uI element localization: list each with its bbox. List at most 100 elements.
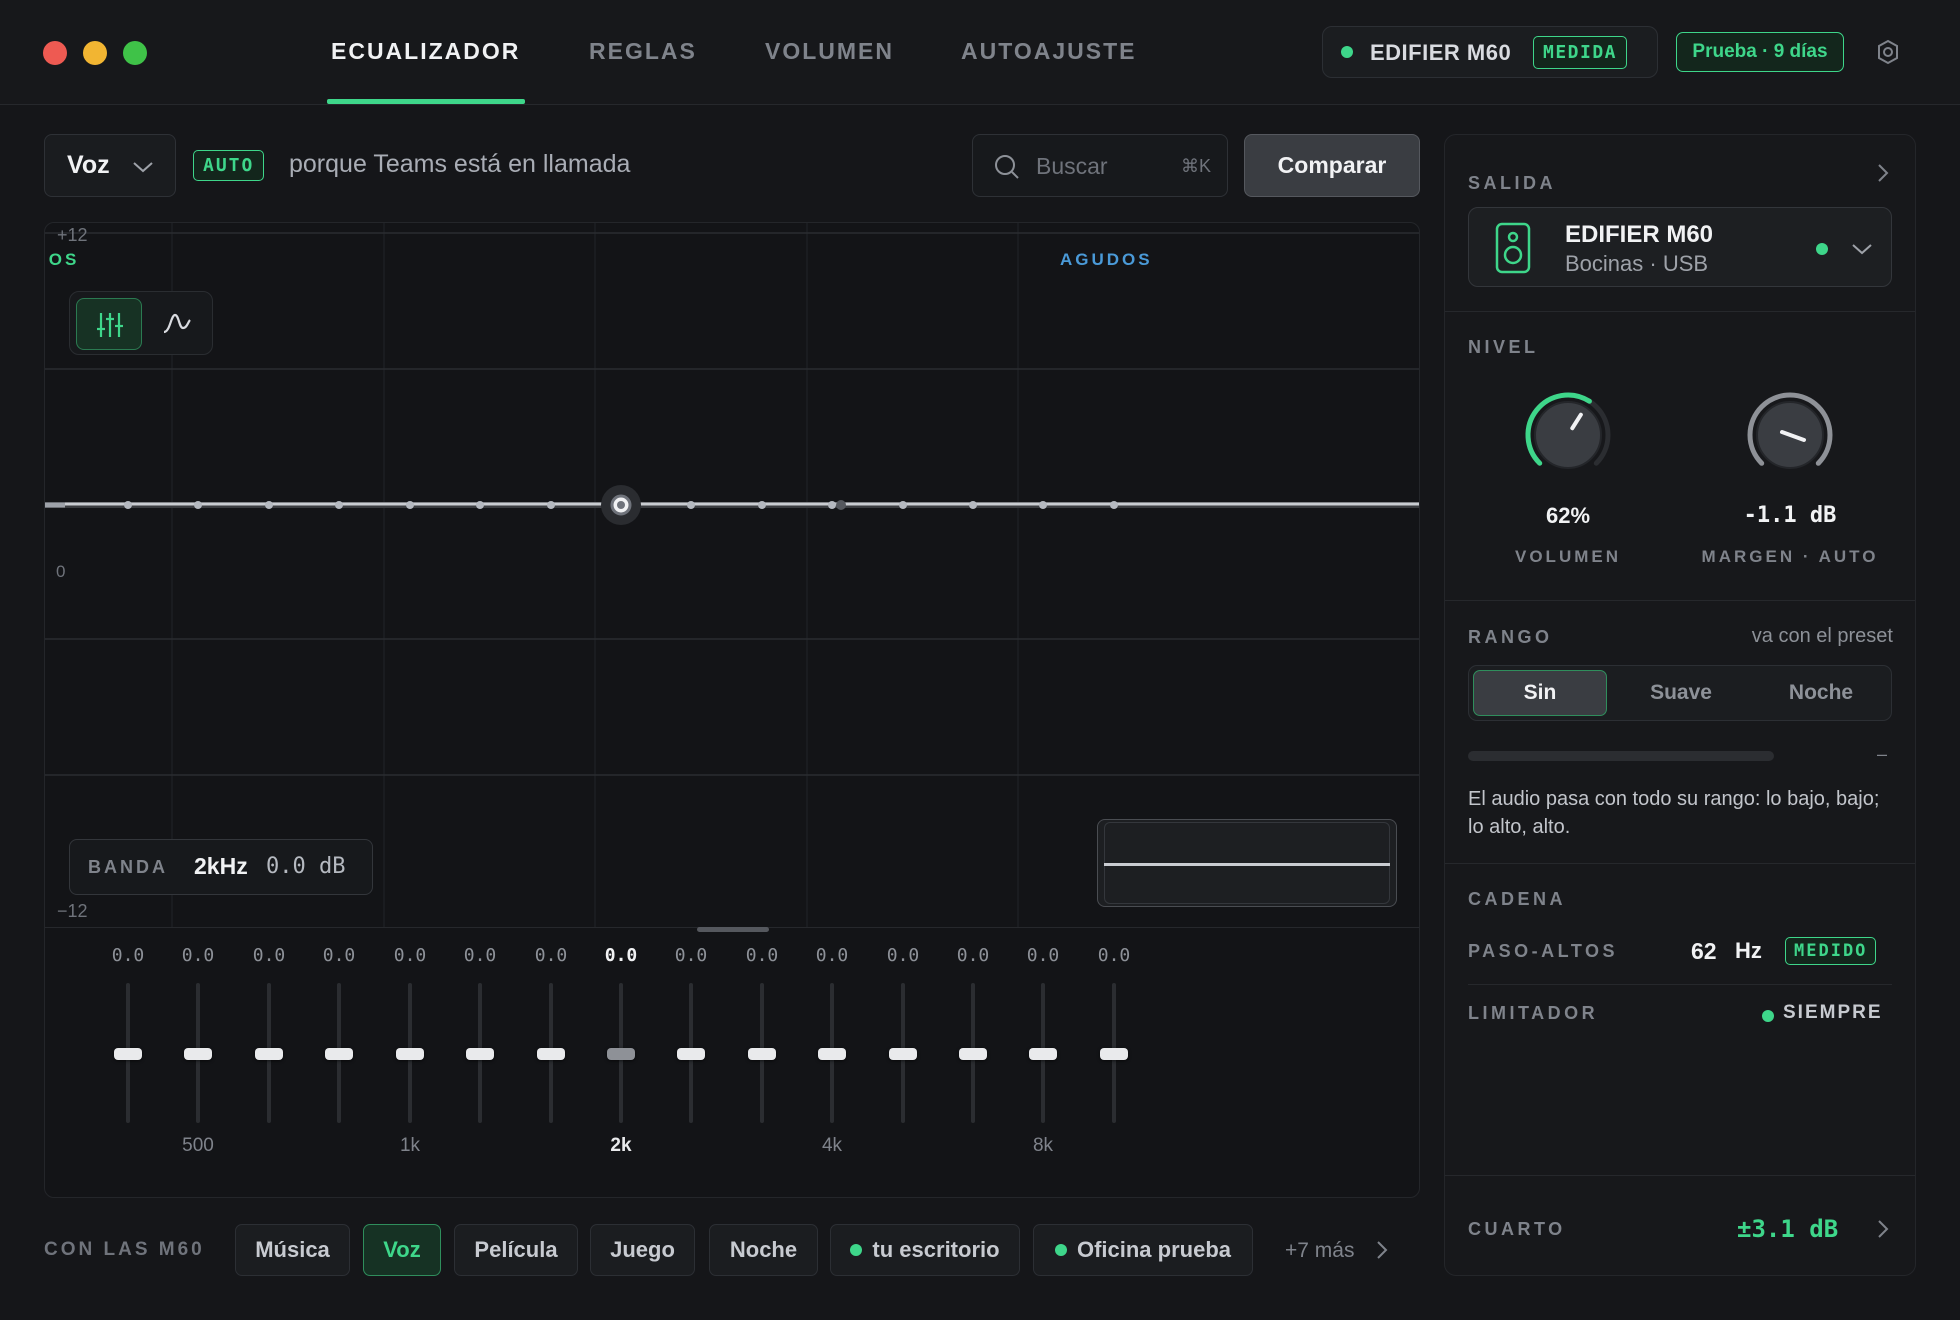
compare-button[interactable]: Comparar	[1244, 134, 1420, 197]
preset-chips-heading: CON LAS M60	[44, 1239, 205, 1260]
search-input[interactable]: Buscar ⌘K	[972, 134, 1228, 197]
close-window-button[interactable]	[43, 41, 67, 65]
status-dot	[850, 1244, 863, 1256]
curve-view-button[interactable]	[162, 310, 192, 343]
y-axis-zero-label: 0	[56, 562, 66, 581]
band-gain-value: 0.0	[534, 945, 568, 966]
highpass-unit: Hz	[1735, 938, 1762, 963]
tab-autoajuste[interactable]: AUTOAJUSTE	[961, 38, 1137, 65]
band-point[interactable]	[828, 501, 836, 509]
band-slider-thumb[interactable]	[959, 1048, 987, 1060]
eq-graph[interactable]	[45, 223, 1420, 1198]
band-slider-thumb[interactable]	[114, 1048, 142, 1060]
band-point[interactable]	[899, 501, 907, 509]
device-selector[interactable]: EDIFIER M60 MEDIDA	[1322, 26, 1658, 78]
preset-chip[interactable]: Noche	[709, 1224, 818, 1276]
frequency-label: 8k	[1032, 1135, 1054, 1156]
search-shortcut: ⌘K	[1181, 156, 1212, 176]
band-point[interactable]	[194, 501, 202, 509]
band-slider-thumb[interactable]	[677, 1048, 705, 1060]
tab-volumen[interactable]: VOLUMEN	[765, 38, 894, 65]
sliders-view-button[interactable]	[76, 298, 142, 350]
band-gain-value: 0.0	[604, 945, 638, 966]
edge-marker	[44, 958, 45, 972]
y-axis-top-label: +12	[57, 225, 88, 245]
band-point[interactable]	[124, 501, 132, 509]
chain-heading: CADENA	[1468, 889, 1567, 909]
chevron-down-icon	[131, 155, 155, 184]
band-slider-thumb[interactable]	[396, 1048, 424, 1060]
preset-chip[interactable]: Película	[454, 1224, 578, 1276]
title-bar: ECUALIZADOR REGLAS VOLUMEN AUTOAJUSTE ED…	[0, 0, 1960, 105]
tab-reglas[interactable]: REGLAS	[589, 38, 697, 65]
margin-knob[interactable]	[1732, 377, 1848, 493]
band-slider-thumb[interactable]	[889, 1048, 917, 1060]
band-slider-thumb[interactable]	[818, 1048, 846, 1060]
divider	[1445, 1175, 1915, 1176]
selected-band-readout: BANDA 2kHz 0.0 dB	[69, 839, 373, 895]
output-device-selector[interactable]: EDIFIER M60 Bocinas · USB	[1468, 207, 1892, 287]
band-point[interactable]	[969, 501, 977, 509]
band-slider-thumb[interactable]	[466, 1048, 494, 1060]
band-gain-value: 0.0	[745, 945, 779, 966]
band-slider-thumb[interactable]	[748, 1048, 776, 1060]
chevron-right-icon[interactable]	[1873, 1217, 1893, 1246]
band-point[interactable]	[1110, 501, 1118, 509]
band-point[interactable]	[1039, 501, 1047, 509]
range-option-sin[interactable]: Sin	[1473, 670, 1607, 716]
gear-icon[interactable]	[1874, 38, 1902, 66]
zoom-window-button[interactable]	[123, 41, 147, 65]
band-gain-value: 0.0	[463, 945, 497, 966]
eq-panel: +12 0 −12 IOS AGUDOS BANDA 2kHz 0.0 dB 0…	[44, 222, 1420, 1198]
band-point[interactable]	[335, 501, 343, 509]
minimize-window-button[interactable]	[83, 41, 107, 65]
tab-ecualizador[interactable]: ECUALIZADOR	[331, 38, 520, 65]
sliders-icon	[97, 313, 123, 337]
band-point[interactable]	[547, 501, 555, 509]
view-toggle	[69, 291, 213, 355]
band-gain-value: 0.0	[111, 945, 145, 966]
more-presets-link[interactable]: +7 más	[1285, 1239, 1354, 1263]
band-point[interactable]	[758, 501, 766, 509]
preset-chip[interactable]: Música	[235, 1224, 350, 1276]
search-placeholder: Buscar	[1036, 153, 1108, 179]
band-slider-thumb[interactable]	[184, 1048, 212, 1060]
auto-reason-text: porque Teams está en llamada	[289, 150, 631, 178]
band-slider-thumb[interactable]	[607, 1048, 635, 1060]
auto-badge: AUTO	[193, 150, 265, 181]
range-option-noche[interactable]: Noche	[1754, 670, 1888, 716]
band-point[interactable]	[406, 501, 414, 509]
band-slider-thumb[interactable]	[325, 1048, 353, 1060]
band-slider-thumb[interactable]	[255, 1048, 283, 1060]
preset-chip[interactable]: tu escritorio	[830, 1224, 1020, 1276]
band-slider-thumb[interactable]	[1029, 1048, 1057, 1060]
range-option-suave[interactable]: Suave	[1614, 670, 1748, 716]
preset-chip[interactable]: Voz	[363, 1224, 441, 1276]
margin-value: -1.1 dB	[1743, 503, 1837, 528]
frequency-label: 4k	[821, 1135, 843, 1156]
preset-chip[interactable]: Oficina prueba	[1033, 1224, 1253, 1276]
band-slider-thumb[interactable]	[537, 1048, 565, 1060]
band-gain-value: 0.0	[1026, 945, 1060, 966]
chevron-right-icon[interactable]	[1873, 161, 1893, 190]
range-heading: RANGO	[1468, 627, 1553, 647]
frequency-label: 1k	[399, 1135, 421, 1156]
band-frequency: 2kHz	[194, 853, 248, 879]
band-gain-value: 0.0	[886, 945, 920, 966]
curve-minimap[interactable]	[1097, 819, 1397, 907]
resize-handle[interactable]	[697, 927, 769, 932]
band-gain-value: 0.0	[674, 945, 708, 966]
band-slider-thumb[interactable]	[1100, 1048, 1128, 1060]
band-point[interactable]	[476, 501, 484, 509]
preset-chip[interactable]: Juego	[590, 1224, 695, 1276]
band-gain-value: 0.0	[181, 945, 215, 966]
preset-chip-label: Juego	[610, 1237, 675, 1262]
volume-knob[interactable]	[1510, 377, 1626, 493]
band-gain-value: 0.0	[1097, 945, 1131, 966]
range-meter	[1468, 751, 1774, 761]
divider	[1468, 984, 1892, 985]
band-point[interactable]	[687, 501, 695, 509]
trial-badge[interactable]: Prueba · 9 días	[1676, 32, 1844, 72]
band-point[interactable]	[265, 501, 273, 509]
preset-dropdown[interactable]: Voz	[44, 134, 176, 197]
